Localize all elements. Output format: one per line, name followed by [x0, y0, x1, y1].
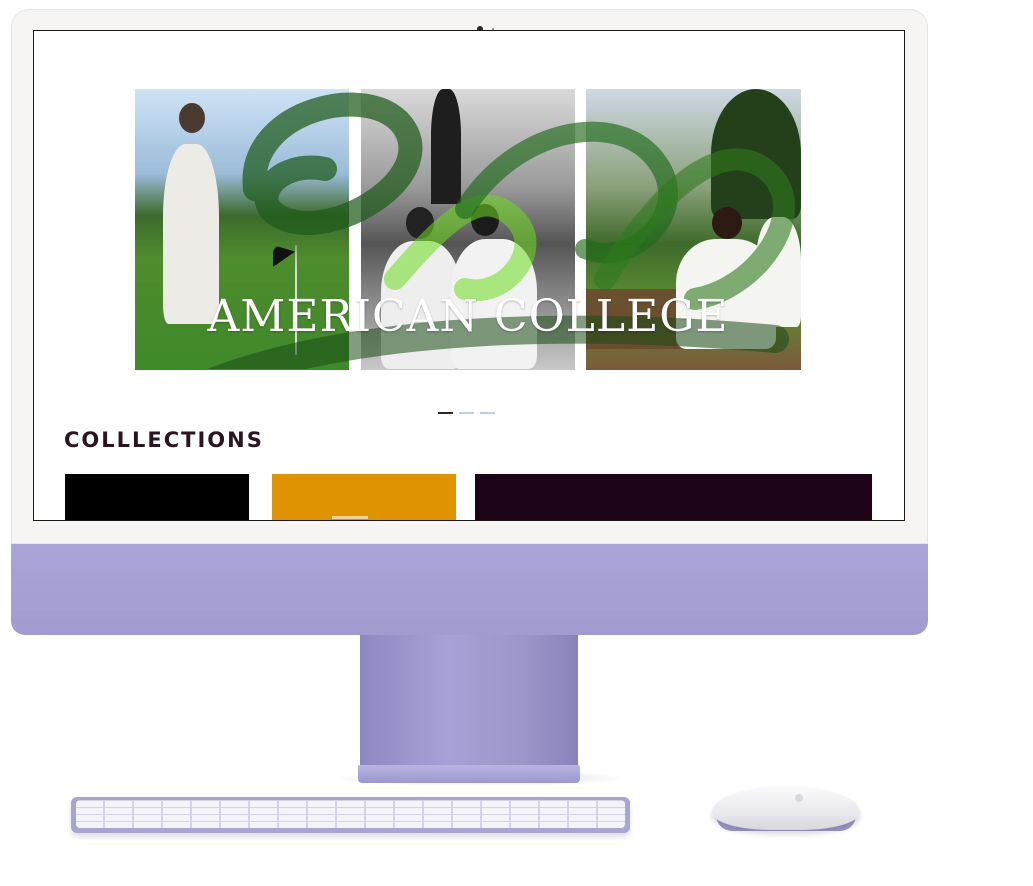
- golfer-head: [179, 103, 205, 133]
- collection-card-2[interactable]: [272, 474, 456, 520]
- carousel-dot-1[interactable]: [438, 412, 453, 414]
- model-left-head: [406, 207, 434, 239]
- collections-heading: COLLLECTIONS: [64, 428, 264, 452]
- carousel-indicators: [438, 412, 495, 414]
- keyboard-keys: [76, 800, 625, 828]
- golf-flag-icon: [273, 245, 295, 267]
- camera-led: [492, 28, 494, 30]
- imac-chin: [11, 544, 928, 635]
- magic-mouse[interactable]: [712, 786, 860, 830]
- carousel-dot-2[interactable]: [459, 412, 474, 414]
- keyboard[interactable]: [71, 797, 630, 833]
- apple-logo-icon: [795, 794, 803, 802]
- model-right-head: [471, 204, 499, 236]
- seated-model-head: [712, 207, 742, 239]
- pine-tree: [711, 89, 801, 219]
- cypress-tree: [431, 89, 461, 204]
- collection-card-1[interactable]: [65, 474, 249, 520]
- hero-banner[interactable]: AMERICAN COLLEGE: [135, 89, 801, 370]
- website-screen: AMERICAN COLLEGE COLLLECTIONS: [34, 31, 904, 520]
- carousel-dot-3[interactable]: [480, 412, 495, 414]
- card-logo-mark: [332, 516, 368, 519]
- imac-stand: [360, 635, 578, 771]
- hero-title: AMERICAN COLLEGE: [207, 291, 729, 342]
- collection-card-3[interactable]: [475, 474, 872, 520]
- imac-foot: [358, 765, 580, 783]
